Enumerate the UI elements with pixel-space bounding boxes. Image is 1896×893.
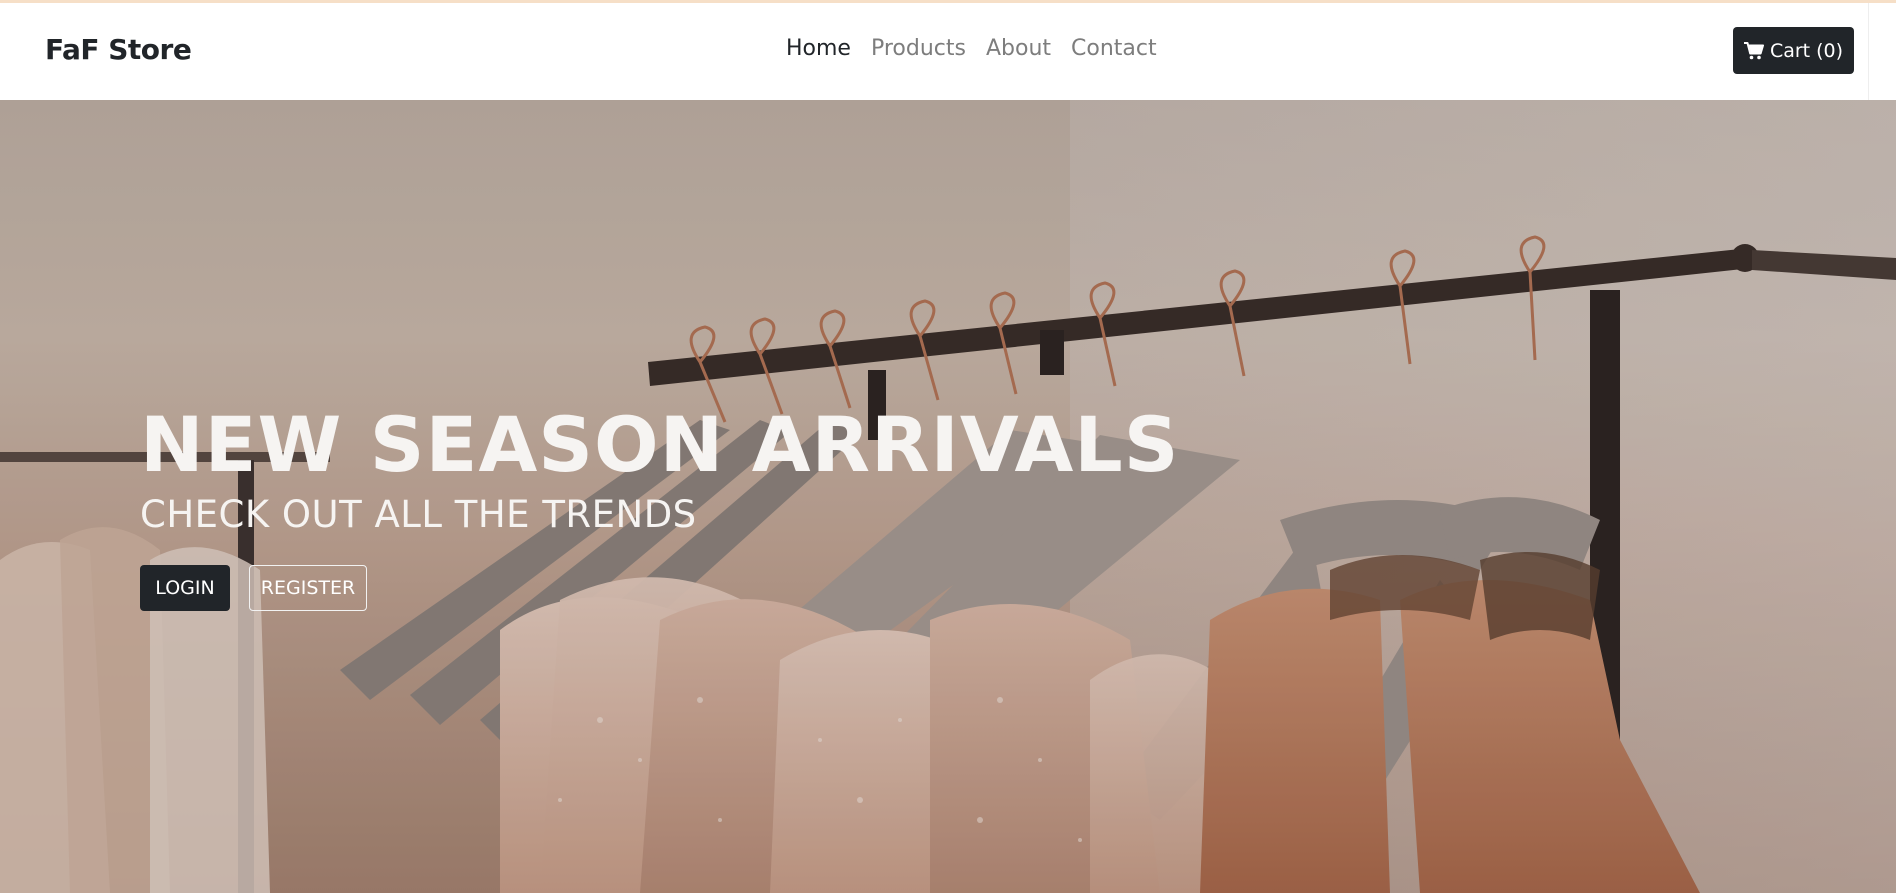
nav-contact[interactable]: Contact xyxy=(1071,36,1157,61)
nav-products[interactable]: Products xyxy=(871,36,966,61)
hero-banner: NEW SEASON ARRIVALS CHECK OUT ALL THE TR… xyxy=(0,100,1896,893)
hero-title: NEW SEASON ARRIVALS xyxy=(140,400,1180,489)
cart-label: Cart (0) xyxy=(1769,39,1844,62)
register-button[interactable]: REGISTER xyxy=(249,565,367,611)
navbar: FaF Store Home Products About Contact Ca… xyxy=(0,3,1869,100)
nav-links: Home Products About Contact xyxy=(786,36,1157,61)
brand-logo[interactable]: FaF Store xyxy=(45,33,192,66)
shopping-cart-icon xyxy=(1743,41,1764,60)
hero-subtitle: CHECK OUT ALL THE TRENDS xyxy=(140,493,697,536)
cart-button[interactable]: Cart (0) xyxy=(1733,27,1854,74)
nav-about[interactable]: About xyxy=(986,36,1051,61)
nav-home[interactable]: Home xyxy=(786,36,851,61)
login-button[interactable]: LOGIN xyxy=(140,565,230,611)
